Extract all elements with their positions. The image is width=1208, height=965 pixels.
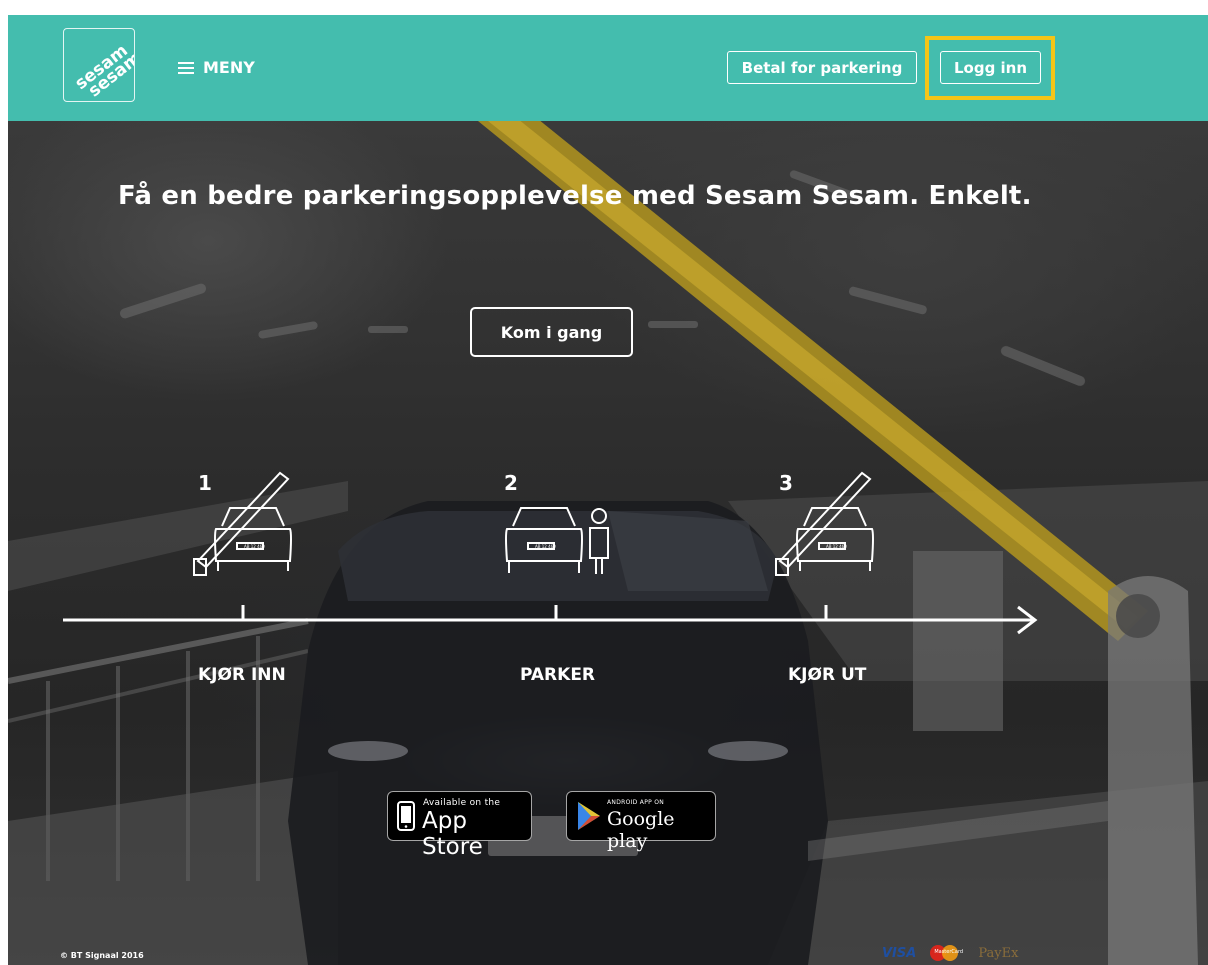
logo-mark: sesam sesam: [71, 41, 134, 101]
car-entering-icon: [193, 471, 292, 576]
page: sesam sesam MENY Betal for parkering Log…: [8, 15, 1208, 965]
step-label-3: KJØR UT: [788, 665, 867, 685]
plate-text-1: AB 12 460: [244, 544, 265, 549]
mastercard-logo: MasterCard: [930, 945, 964, 961]
play-triangle-icon: [578, 802, 600, 830]
hamburger-icon: [178, 61, 194, 74]
login-button[interactable]: Logg inn: [940, 51, 1041, 84]
visa-logo: VISA: [882, 945, 917, 961]
pay-parking-button[interactable]: Betal for parkering: [727, 51, 917, 84]
mastercard-text: MasterCard: [934, 949, 964, 955]
menu-button[interactable]: MENY: [178, 58, 255, 77]
phone-icon: [397, 801, 415, 831]
step-label-2: PARKER: [520, 665, 596, 685]
copyright-text: © BT Signaal 2016: [60, 951, 144, 960]
plate-text-2: AB 12 460: [535, 544, 556, 549]
appstore-big-text: App Store: [422, 808, 483, 860]
plate-text-3: AB 12 460: [826, 544, 847, 549]
timeline-arrow: [63, 605, 1038, 635]
sesam-logo[interactable]: sesam sesam: [63, 28, 135, 102]
payex-logo: PayEx: [978, 945, 1019, 961]
step-label-1: KJØR INN: [198, 665, 286, 685]
car-parked-icon: [505, 507, 583, 573]
site-header: sesam sesam MENY Betal for parkering Log…: [8, 15, 1208, 121]
car-exiting-icon: [775, 471, 874, 576]
app-store-badge[interactable]: Available on the App Store: [387, 791, 532, 860]
gplay-big-text: Google play: [607, 808, 675, 852]
menu-label: MENY: [203, 58, 255, 77]
google-play-badge[interactable]: ANDROID APP ON Google play: [566, 791, 716, 852]
hero-section: Få en bedre parkeringsopplevelse med Ses…: [8, 121, 1208, 965]
person-icon: [589, 508, 609, 574]
payment-logos: VISA MasterCard PayEx: [882, 945, 1018, 961]
gplay-small-text: ANDROID APP ON: [607, 799, 665, 806]
appstore-small-text: Available on the: [423, 798, 501, 808]
